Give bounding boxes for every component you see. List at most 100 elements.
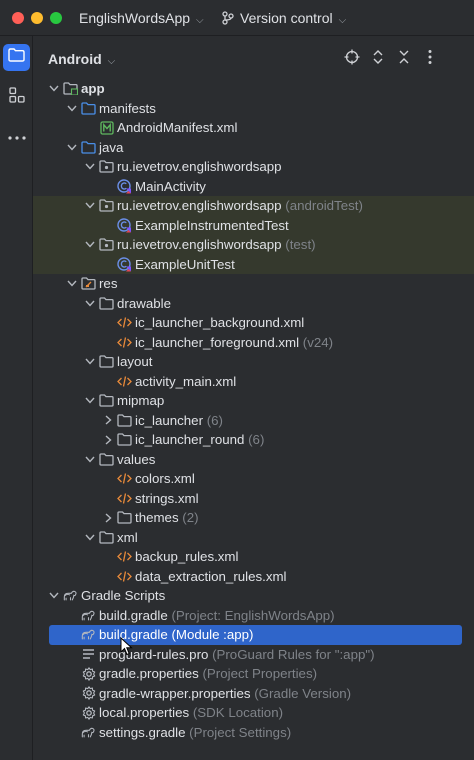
tree-item-settings-gradle[interactable]: settings.gradle (Project Settings) [33, 723, 474, 743]
tree-item-gradle-scripts[interactable]: Gradle Scripts [33, 586, 474, 606]
folder-icon [8, 48, 25, 67]
tree-item-res[interactable]: res [33, 274, 474, 294]
tree-item-pkg-test[interactable]: ru.ievetrov.englishwordsapp (test) [33, 235, 474, 255]
tree-item-pkg-main[interactable]: ru.ievetrov.englishwordsapp [33, 157, 474, 177]
close-window-button[interactable] [12, 12, 24, 24]
chevron-down-icon[interactable] [84, 352, 96, 372]
gradle-icon [81, 627, 96, 642]
expand-collapse-icon [372, 49, 384, 70]
settings-gear-icon [81, 686, 96, 701]
expand-all-button[interactable] [369, 49, 387, 70]
settings-gear-icon [81, 705, 96, 720]
tree-item-gradle-properties[interactable]: gradle.properties (Project Properties) [33, 664, 474, 684]
tree-item-text: ic_launcher_background.xml [135, 313, 304, 333]
zoom-window-button[interactable] [50, 12, 62, 24]
tree-item-label: drawable [117, 295, 171, 311]
module-folder-icon [63, 81, 78, 96]
structure-tool-button[interactable] [3, 84, 30, 111]
close-collapse-icon [398, 49, 410, 70]
chevron-down-icon: ⌵ [107, 56, 116, 67]
tree-item-text: ExampleUnitTest [135, 255, 235, 275]
chevron-down-icon[interactable] [84, 528, 96, 548]
project-selector[interactable]: EnglishWordsApp ⌵ [79, 10, 204, 26]
minimize-window-button[interactable] [31, 12, 43, 24]
more-tools-button[interactable] [3, 122, 30, 149]
folder-gray-icon [99, 452, 114, 467]
chevron-down-icon[interactable] [84, 157, 96, 177]
collapse-all-button[interactable] [395, 50, 413, 68]
tree-item-annotation: (Project: EnglishWordsApp) [167, 607, 335, 623]
project-name: EnglishWordsApp [79, 10, 191, 26]
kotlin-class-icon [117, 178, 132, 194]
tree-item-example-unit-test[interactable]: ExampleUnitTest [33, 254, 474, 275]
tree-item-build-gradle-project[interactable]: build.gradle (Project: EnglishWordsApp) [33, 606, 474, 626]
tree-item-ic-launcher[interactable]: ic_launcher (6) [33, 411, 474, 431]
chevron-down-icon[interactable] [66, 138, 78, 158]
kotlin-class-icon [117, 256, 132, 272]
project-panel: Android ⌵ app manifests AndroidManifest.xml… [33, 36, 474, 760]
chevron-down-icon[interactable] [84, 294, 96, 314]
tree-item-example-instrumented-test[interactable]: ExampleInstrumentedTest [33, 215, 474, 235]
tree-item-label: AndroidManifest.xml [117, 120, 238, 135]
tree-item-xml[interactable]: xml [33, 528, 474, 548]
tree-item-backup-rules[interactable]: backup_rules.xml [33, 547, 474, 567]
tree-item-app[interactable]: app [33, 79, 474, 99]
tree-item-label: ru.ievetrov.englishwordsapp [117, 237, 282, 252]
tree-item-java[interactable]: java [33, 138, 474, 158]
tree-item-data-extraction-rules[interactable]: data_extraction_rules.xml [33, 567, 474, 587]
tree-item-label: gradle-wrapper.properties [99, 685, 251, 701]
tree-item-text: data_extraction_rules.xml [135, 567, 287, 587]
chevron-down-icon[interactable] [84, 196, 96, 216]
chevron-down-icon[interactable] [66, 99, 78, 119]
tree-item-proguard-rules[interactable]: proguard-rules.pro (ProGuard Rules for "… [33, 645, 474, 665]
xml-icon [117, 471, 132, 486]
vcs-selector[interactable]: Version control ⌵ [222, 10, 346, 28]
chevron-down-icon[interactable] [66, 274, 78, 294]
tree-item-android-manifest[interactable]: AndroidManifest.xml [33, 118, 474, 138]
chevron-down-icon[interactable] [84, 391, 96, 411]
chevron-right-icon[interactable] [102, 508, 114, 528]
tree-item-mipmap[interactable]: mipmap [33, 391, 474, 411]
tree-item-text: proguard-rules.pro (ProGuard Rules for "… [99, 645, 375, 665]
tree-item-strings-xml[interactable]: strings.xml [33, 489, 474, 509]
tree-item-activity-main[interactable]: activity_main.xml [33, 372, 474, 392]
chevron-down-icon[interactable] [48, 586, 60, 606]
tree-item-label: app [81, 81, 105, 96]
chevron-down-icon[interactable] [84, 450, 96, 470]
tree-item-layout[interactable]: layout [33, 352, 474, 372]
xml-icon [117, 374, 132, 389]
options-button[interactable] [421, 49, 439, 68]
chevron-down-icon: ⌵ [196, 15, 204, 26]
chevron-right-icon[interactable] [102, 430, 114, 450]
tree-item-text: drawable [117, 294, 171, 314]
tree-item-ic-launcher-foreground[interactable]: ic_launcher_foreground.xml (v24) [33, 333, 474, 353]
tree-item-drawable[interactable]: drawable [33, 294, 474, 314]
tree-item-text: java [99, 138, 123, 158]
tree-item-label: settings.gradle [99, 724, 186, 740]
tree-item-main-activity[interactable]: MainActivity [33, 177, 474, 197]
locate-button[interactable] [343, 49, 361, 68]
tree-item-pkg-androidtest[interactable]: ru.ievetrov.englishwordsapp (androidTest… [33, 196, 474, 216]
tree-item-annotation: (6) [244, 432, 265, 447]
tree-item-local-properties[interactable]: local.properties (SDK Location) [33, 703, 474, 723]
tree-item-themes[interactable]: themes (2) [33, 508, 474, 528]
chevron-down-icon[interactable] [48, 79, 60, 99]
tree-item-label: ExampleUnitTest [135, 256, 235, 272]
tree-item-manifests[interactable]: manifests [33, 99, 474, 119]
tree-item-label: strings.xml [135, 490, 199, 506]
tree-item-build-gradle-module[interactable]: build.gradle (Module :app) [49, 625, 462, 645]
xml-icon [117, 315, 132, 330]
chevron-right-icon[interactable] [102, 411, 114, 431]
project-tool-button[interactable] [3, 44, 30, 71]
tree-item-ic-launcher-background[interactable]: ic_launcher_background.xml [33, 313, 474, 333]
tree-item-colors-xml[interactable]: colors.xml [33, 469, 474, 489]
tree-item-values[interactable]: values [33, 450, 474, 470]
tree-item-label: ic_launcher_round [135, 432, 245, 447]
tree-item-label: manifests [99, 100, 156, 116]
chevron-down-icon[interactable] [84, 235, 96, 255]
tree-item-label: themes [135, 510, 179, 525]
tree-item-label: build.gradle [99, 607, 168, 623]
view-selector[interactable]: Android ⌵ [48, 51, 115, 67]
tree-item-ic-launcher-round[interactable]: ic_launcher_round (6) [33, 430, 474, 450]
tree-item-gradle-wrapper-properties[interactable]: gradle-wrapper.properties (Gradle Versio… [33, 684, 474, 704]
